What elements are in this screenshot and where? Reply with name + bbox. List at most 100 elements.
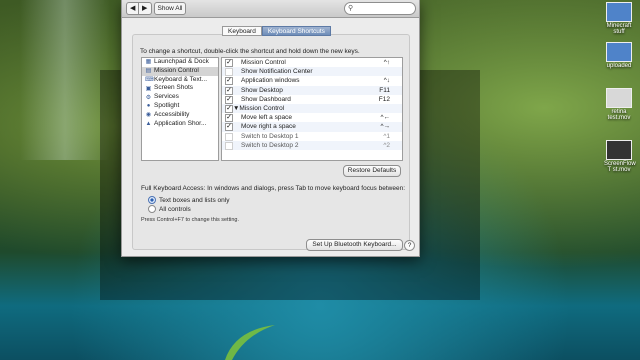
full-keyboard-access-label: Full Keyboard Access: In windows and dia… [141, 185, 405, 192]
shortcut-checkbox[interactable]: ✓ [225, 77, 233, 86]
category-item-app-shortcuts[interactable]: ▲ Application Shor... [142, 120, 218, 129]
folder-icon [606, 2, 632, 22]
shortcut-checkbox[interactable]: ✓ [225, 59, 233, 67]
shortcut-key[interactable]: ^↑ [384, 58, 390, 67]
shortcut-checkbox[interactable] [225, 141, 233, 150]
window-toolbar: ◀ ▶ Show All ⚲ [122, 0, 419, 18]
shortcut-row[interactable]: ✓ Move right a space ^→ [222, 122, 402, 132]
category-label: Application Shor... [154, 119, 207, 127]
shortcut-key[interactable]: F11 [379, 86, 390, 95]
shortcut-label: Show Dashboard [241, 95, 291, 103]
radio-button[interactable] [148, 205, 156, 213]
accessibility-icon: ◉ [145, 112, 152, 119]
restore-defaults-button[interactable]: Restore Defaults [343, 165, 401, 177]
category-label: Keyboard & Text... [154, 75, 207, 83]
show-all-button[interactable]: Show All [154, 2, 186, 15]
radio-all-controls[interactable]: All controls [148, 205, 191, 213]
category-item-launchpad[interactable]: ▦ Launchpad & Dock [142, 58, 218, 67]
shortcut-row[interactable]: Show Notification Center [222, 67, 402, 77]
plant-leaf [225, 325, 275, 360]
category-item-services[interactable]: ⚙ Services [142, 93, 218, 102]
desktop-icon-label: uploaded [606, 63, 632, 69]
category-item-accessibility[interactable]: ◉ Accessibility [142, 111, 218, 120]
shortcut-label: Show Notification Center [241, 68, 313, 76]
chevron-left-icon: ◀ [130, 5, 136, 12]
search-input[interactable]: ⚲ [344, 2, 416, 15]
radio-label: All controls [159, 205, 191, 213]
gear-icon: ⚙ [145, 94, 152, 101]
category-item-mission-control[interactable]: ▤ Mission Control [142, 66, 218, 76]
shortcut-label: Move right a space [241, 123, 296, 131]
set-up-bluetooth-keyboard-button[interactable]: Set Up Bluetooth Keyboard... [306, 239, 403, 251]
tab-keyboard-shortcuts[interactable]: Keyboard Shortcuts [261, 26, 331, 36]
shortcut-checkbox[interactable] [225, 68, 233, 77]
shortcut-checkbox[interactable]: ✓ [225, 95, 233, 104]
desktop-icon-label: retina test.mov [607, 109, 631, 121]
category-list[interactable]: ▦ Launchpad & Dock ▤ Mission Control ⌨ Keyb… [141, 57, 219, 161]
radio-button-selected[interactable] [148, 196, 156, 204]
category-item-screen-shots[interactable]: ▣ Screen Shots [142, 84, 218, 93]
desktop-icon-minecraft[interactable]: Minecraft stuff [604, 2, 634, 35]
category-item-keyboard-text[interactable]: ⌨ Keyboard & Text... [142, 76, 218, 85]
shortcut-group-label[interactable]: ▼Mission Control [233, 104, 284, 113]
shortcut-checkbox[interactable]: ✓ [225, 86, 233, 95]
category-label: Services [154, 93, 179, 101]
radio-text-boxes-lists[interactable]: Text boxes and lists only [148, 196, 229, 204]
shortcut-list[interactable]: ✓ Mission Control ^↑ Show Notification Cen… [221, 57, 403, 161]
shortcut-row[interactable]: ✓ Move left a space ^← [222, 113, 402, 123]
shortcut-row[interactable]: ✓ Mission Control ^↑ [222, 58, 402, 67]
tab-keyboard[interactable]: Keyboard [222, 26, 262, 36]
desktop-icon-screenflow[interactable]: ScreenFlow T st.mov [604, 140, 636, 173]
shortcut-row[interactable]: Switch to Desktop 2 ^2 [222, 140, 402, 150]
help-button[interactable]: ? [404, 240, 415, 251]
shortcut-key[interactable]: ^2 [383, 141, 390, 150]
shortcut-key[interactable]: ^← [380, 113, 390, 122]
control-f7-hint: Press Control+F7 to change this setting. [141, 217, 239, 223]
category-label: Launchpad & Dock [154, 58, 209, 65]
shortcut-row[interactable]: ✓ Application windows ^↓ [222, 76, 402, 86]
category-item-spotlight[interactable]: ● Spotlight [142, 102, 218, 111]
mission-control-icon: ▤ [145, 68, 152, 75]
movie-file-icon [606, 140, 632, 160]
forward-button[interactable]: ▶ [138, 2, 152, 15]
launchpad-icon: ▦ [145, 59, 152, 66]
app-shortcuts-icon: ▲ [145, 120, 152, 127]
keyboard-icon: ⌨ [145, 76, 154, 83]
shortcut-row[interactable]: Switch to Desktop 1 ^1 [222, 132, 402, 141]
chevron-right-icon: ▶ [142, 5, 148, 12]
category-label: Screen Shots [154, 84, 194, 92]
desktop-icon-label: Minecraft stuff [606, 23, 632, 35]
shortcut-label: Switch to Desktop 2 [241, 141, 299, 149]
shortcut-checkbox[interactable]: ✓ [225, 104, 233, 113]
shortcut-label: Show Desktop [241, 86, 283, 94]
shortcut-group-row[interactable]: ✓ ▼Mission Control [222, 103, 402, 114]
movie-file-icon [606, 88, 632, 108]
desktop-icon-retina-test[interactable]: retina test.mov [604, 88, 634, 121]
radio-label: Text boxes and lists only [159, 196, 230, 204]
shortcut-checkbox[interactable]: ✓ [225, 114, 233, 123]
shortcut-label: Move left a space [241, 114, 292, 122]
keyboard-preferences-window: ◀ ▶ Show All ⚲ Keyboard Keyboard Shortcu… [121, 0, 420, 257]
shortcut-key[interactable]: ^↓ [384, 76, 390, 85]
shortcut-row[interactable]: ✓ Show Desktop F11 [222, 85, 402, 95]
instruction-text: To change a shortcut, double-click the s… [140, 48, 360, 55]
search-icon: ⚲ [348, 5, 354, 12]
shortcut-label: Mission Control [241, 59, 286, 66]
shortcut-checkbox[interactable]: ✓ [225, 123, 233, 132]
category-label: Accessibility [154, 110, 190, 118]
category-label: Spotlight [154, 101, 180, 109]
shortcut-row[interactable]: ✓ Show Dashboard F12 [222, 95, 402, 104]
screenshot-icon: ▣ [145, 85, 152, 92]
folder-icon [606, 42, 632, 62]
tab-bar: Keyboard Keyboard Shortcuts [222, 26, 331, 36]
shortcut-checkbox[interactable] [225, 132, 233, 141]
shortcut-label: Switch to Desktop 1 [241, 132, 299, 140]
shortcut-key[interactable]: ^1 [383, 132, 390, 141]
shortcut-key[interactable]: F12 [379, 95, 390, 104]
desktop-icon-uploaded[interactable]: uploaded [604, 42, 634, 69]
shortcut-key[interactable]: ^→ [380, 122, 390, 131]
shortcut-label: Application windows [241, 77, 300, 85]
waterfall [20, 0, 110, 160]
category-label: Mission Control [154, 66, 199, 74]
desktop-icon-label: ScreenFlow T st.mov [604, 161, 636, 173]
